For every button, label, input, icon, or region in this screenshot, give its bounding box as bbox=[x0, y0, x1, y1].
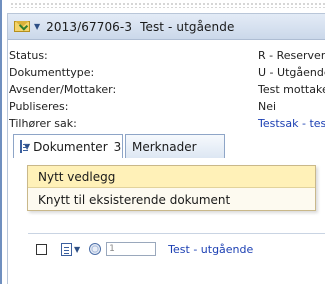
attachment-icon[interactable] bbox=[89, 243, 102, 255]
metadata-fields: Status: R - Reservert Dokumenttype: U - … bbox=[8, 47, 325, 132]
status-label: Status: bbox=[9, 49, 48, 62]
post-title: Test - utgående bbox=[140, 19, 235, 34]
add-document-menu: Nytt vedlegg Knytt til eksisterende doku… bbox=[27, 165, 316, 211]
status-value: R - Reservert bbox=[258, 49, 325, 62]
menu-item-new-attachment[interactable]: Nytt vedlegg bbox=[28, 166, 315, 188]
field-row-case: Tilhører sak: Testsak - test bbox=[8, 115, 325, 132]
tab-bar: ▼ Dokumenter 3 Merknader bbox=[13, 134, 325, 158]
publish-label: Publiseres: bbox=[9, 100, 69, 113]
top-divider bbox=[10, 2, 325, 8]
document-icon[interactable] bbox=[61, 242, 72, 256]
case-link[interactable]: Testsak - test bbox=[258, 115, 325, 132]
tab-notes-label: Merknader bbox=[132, 139, 197, 154]
envelope-arrow-icon[interactable] bbox=[14, 20, 31, 33]
row-checkbox[interactable] bbox=[36, 243, 47, 255]
case-number: 2013/67706-3 bbox=[46, 19, 133, 34]
document-number-field[interactable]: 1 bbox=[106, 242, 157, 256]
document-row[interactable]: ▼ 1 Test - utgående bbox=[36, 239, 253, 259]
case-label: Tilhører sak: bbox=[9, 117, 77, 130]
field-row-document-type: Dokumenttype: U - Utgående bbox=[8, 64, 325, 81]
tab-documents-label: Dokumenter bbox=[33, 139, 108, 154]
document-icon bbox=[20, 140, 28, 153]
field-row-sender-recipient: Avsender/Mottaker: Test mottaker bbox=[8, 81, 325, 98]
tab-documents[interactable]: ▼ Dokumenter 3 bbox=[13, 134, 123, 158]
document-type-label: Dokumenttype: bbox=[9, 66, 95, 79]
chevron-down-icon[interactable]: ▼ bbox=[74, 245, 80, 254]
sender-recipient-value: Test mottaker bbox=[258, 83, 325, 96]
menu-item-link-existing-document[interactable]: Knytt til eksisterende dokument bbox=[28, 189, 315, 211]
field-row-publish: Publiseres: Nei bbox=[8, 98, 325, 115]
document-title-link[interactable]: Test - utgående bbox=[168, 243, 253, 256]
chevron-down-icon[interactable]: ▼ bbox=[34, 22, 40, 31]
document-type-value: U - Utgående bbox=[258, 66, 325, 79]
tab-documents-count: 3 bbox=[113, 139, 122, 154]
title-bar: ▼ 2013/67706-3 Test - utgående bbox=[8, 14, 325, 40]
left-border bbox=[0, 0, 2, 284]
publish-value: Nei bbox=[258, 100, 277, 113]
field-row-status: Status: R - Reservert bbox=[8, 47, 325, 64]
tab-notes[interactable]: Merknader bbox=[125, 134, 225, 158]
sender-recipient-label: Avsender/Mottaker: bbox=[9, 83, 117, 96]
